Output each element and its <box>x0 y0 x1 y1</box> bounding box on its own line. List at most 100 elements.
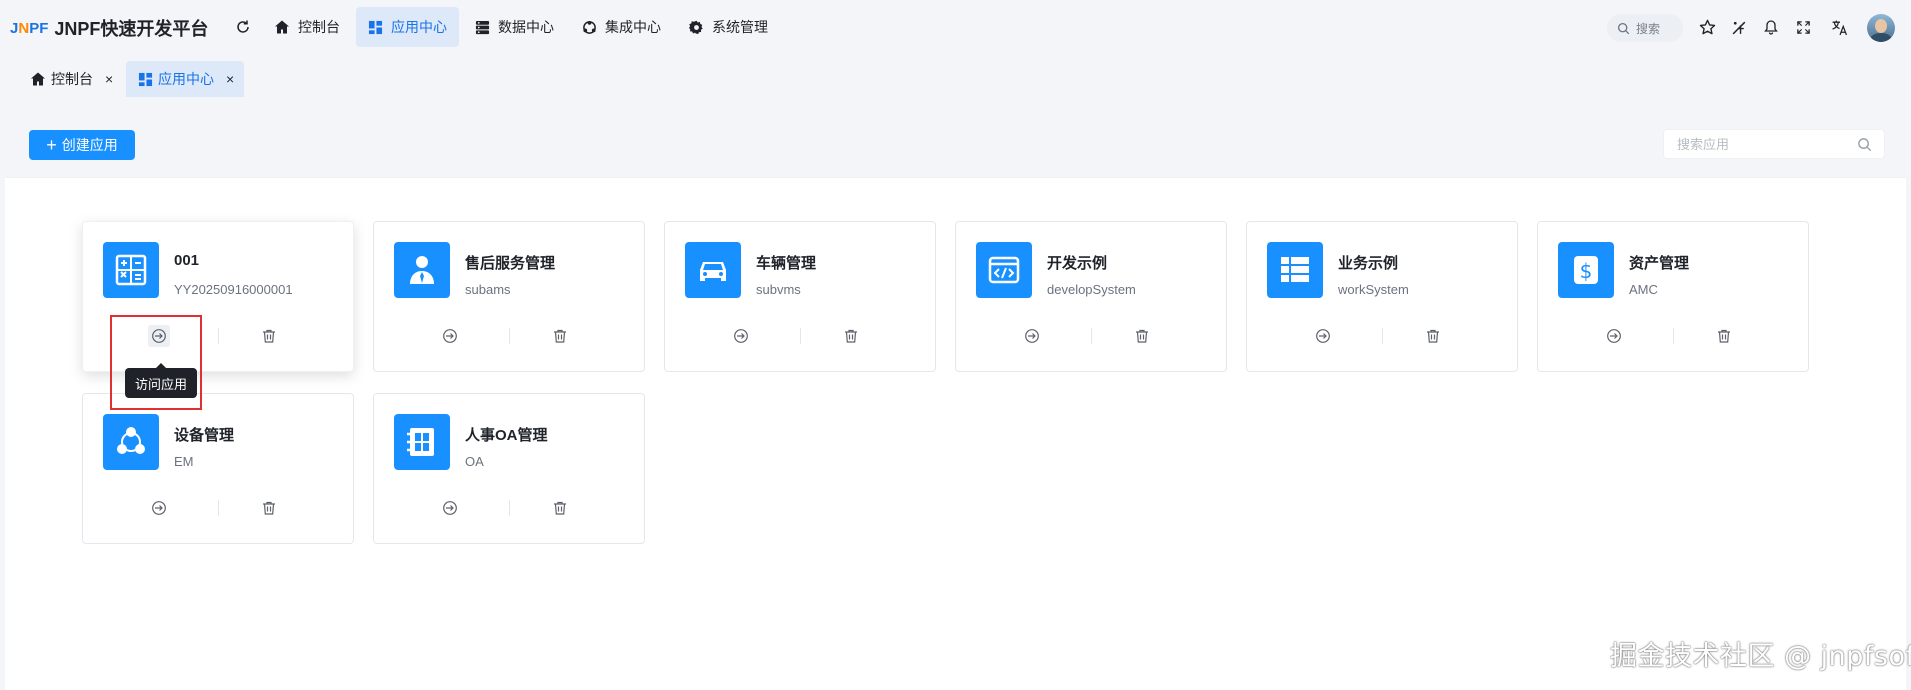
divider <box>218 328 219 344</box>
app-code: YY20250916000001 <box>174 282 293 297</box>
app-code: workSystem <box>1338 282 1409 297</box>
svg-text:$: $ <box>1580 259 1593 283</box>
card-actions <box>665 322 937 350</box>
delete-icon[interactable] <box>1713 325 1735 347</box>
delete-icon[interactable] <box>840 325 862 347</box>
fullscreen-icon[interactable] <box>1793 17 1813 37</box>
app-name: 设备管理 <box>174 427 235 444</box>
enter-app-icon[interactable] <box>730 325 752 347</box>
app-search-input[interactable] <box>1677 136 1847 152</box>
divider <box>218 500 219 516</box>
divider <box>509 500 510 516</box>
star-icon[interactable] <box>1697 17 1717 37</box>
integration-icon <box>583 20 596 34</box>
enter-app-icon[interactable] <box>1312 325 1334 347</box>
bell-icon[interactable] <box>1761 17 1781 37</box>
delete-icon[interactable] <box>549 325 571 347</box>
app-name: 业务示例 <box>1338 255 1399 272</box>
app-title: JNPF快速开发平台 <box>54 19 209 39</box>
app-card[interactable]: 开发示例 developSystem <box>955 221 1227 372</box>
tab-close-icon[interactable]: × <box>105 71 113 87</box>
app-name: 资产管理 <box>1629 255 1690 272</box>
tab-close-icon[interactable]: × <box>226 71 234 87</box>
divider <box>1382 328 1383 344</box>
tabs-bar: 控制台 × 应用中心 × <box>0 56 1911 106</box>
divider <box>800 328 801 344</box>
card-actions <box>956 322 1228 350</box>
card-actions <box>374 494 646 522</box>
enter-app-icon[interactable] <box>1021 325 1043 347</box>
user-avatar[interactable] <box>1867 14 1895 42</box>
tab-app-center[interactable]: 应用中心 × <box>126 61 245 97</box>
card-actions <box>1247 322 1519 350</box>
app-code: developSystem <box>1047 282 1136 297</box>
delete-icon[interactable] <box>258 497 280 519</box>
divider <box>1091 328 1092 344</box>
watermark: 掘金技术社区 @ jnpfsoft <box>1610 641 1911 672</box>
calculator-icon <box>103 242 159 298</box>
gear-icon <box>689 20 703 34</box>
apps-icon <box>138 72 153 86</box>
delete-icon[interactable] <box>258 325 280 347</box>
panel-toolbar: + 创建应用 <box>5 110 1906 178</box>
user-icon <box>394 242 450 298</box>
card-actions <box>83 494 355 522</box>
enter-app-icon[interactable] <box>439 497 461 519</box>
app-card[interactable]: 车辆管理 subvms <box>664 221 936 372</box>
tab-dashboard[interactable]: 控制台 × <box>18 61 123 97</box>
table-icon <box>1267 242 1323 298</box>
search-icon <box>1617 22 1630 34</box>
app-code: AMC <box>1629 282 1658 297</box>
home-icon <box>275 20 289 34</box>
code-window-icon <box>976 242 1032 298</box>
card-actions <box>374 322 646 350</box>
annotation-highlight-box <box>110 315 202 410</box>
app-card[interactable]: 人事OA管理 OA <box>373 393 645 544</box>
main-menu: 控制台 应用中心 数据中心 集成中心 系统管理 <box>262 7 784 47</box>
search-icon <box>1858 138 1872 152</box>
app-code: subvms <box>756 282 801 297</box>
menu-item-integration-center[interactable]: 集成中心 <box>570 7 673 47</box>
car-icon <box>685 242 741 298</box>
app-code: subams <box>465 282 511 297</box>
app-card[interactable]: 业务示例 workSystem <box>1246 221 1518 372</box>
network-icon <box>103 414 159 470</box>
app-name: 售后服务管理 <box>465 255 556 272</box>
logo[interactable]: JNPF JNPF快速开发平台 <box>10 15 208 41</box>
app-name: 开发示例 <box>1047 255 1108 272</box>
translate-icon[interactable] <box>1829 17 1849 37</box>
create-app-button[interactable]: + 创建应用 <box>29 130 135 160</box>
format-icon[interactable] <box>1729 17 1749 37</box>
app-code: EM <box>174 454 194 469</box>
enter-app-icon[interactable] <box>1603 325 1625 347</box>
enter-app-icon[interactable] <box>439 325 461 347</box>
divider <box>509 328 510 344</box>
oa-icon <box>394 414 450 470</box>
delete-icon[interactable] <box>1131 325 1153 347</box>
global-search[interactable]: 搜索 <box>1607 14 1683 42</box>
app-card[interactable]: 售后服务管理 subams <box>373 221 645 372</box>
card-actions <box>1538 322 1810 350</box>
app-card[interactable]: $ 资产管理 AMC <box>1537 221 1809 372</box>
apps-icon <box>368 20 383 34</box>
menu-item-dashboard[interactable]: 控制台 <box>262 7 352 47</box>
app-search[interactable] <box>1663 129 1885 159</box>
enter-app-icon[interactable] <box>148 497 170 519</box>
plus-icon: + <box>46 135 57 155</box>
menu-item-app-center[interactable]: 应用中心 <box>356 7 459 47</box>
database-icon <box>475 20 490 34</box>
app-card[interactable]: 设备管理 EM <box>82 393 354 544</box>
app-name: 车辆管理 <box>756 255 817 272</box>
divider <box>1673 328 1674 344</box>
menu-item-system-management[interactable]: 系统管理 <box>677 7 780 47</box>
refresh-icon[interactable] <box>233 17 253 37</box>
dollar-icon: $ <box>1558 242 1614 298</box>
app-code: OA <box>465 454 484 469</box>
delete-icon[interactable] <box>549 497 571 519</box>
top-navbar: JNPF JNPF快速开发平台 控制台 应用中心 数据中心 集成中心 系统管理 … <box>0 0 1911 56</box>
menu-item-data-center[interactable]: 数据中心 <box>463 7 566 47</box>
home-icon <box>31 72 45 86</box>
app-name: 人事OA管理 <box>465 427 548 444</box>
delete-icon[interactable] <box>1422 325 1444 347</box>
logo-mark: JNPF <box>10 19 49 37</box>
